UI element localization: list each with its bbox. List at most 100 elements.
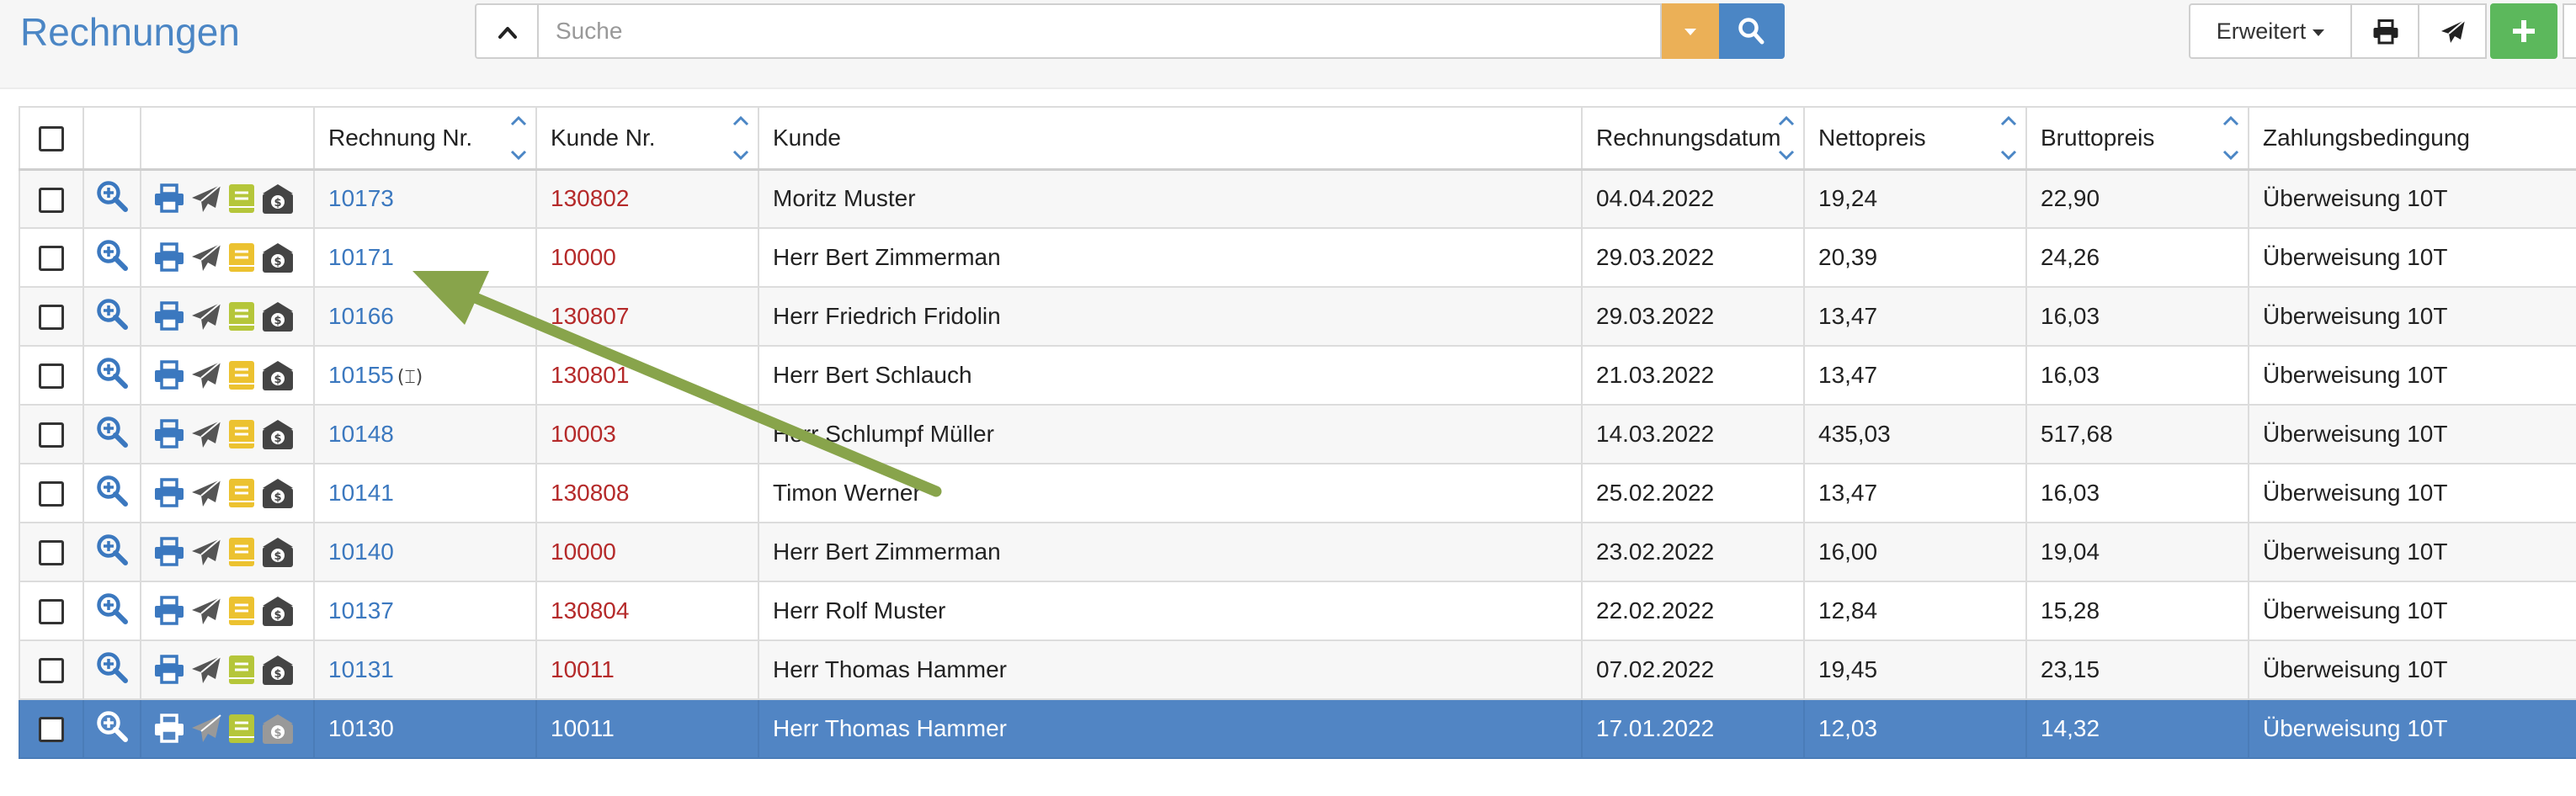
money-envelope-icon[interactable]: $	[261, 358, 295, 392]
table-row[interactable]: $ 10137 130804 Herr Rolf Muster 22.02.20…	[19, 581, 2576, 641]
zoom-in-icon[interactable]	[95, 650, 129, 684]
sort-icon[interactable]	[508, 111, 529, 165]
add-invoice-button[interactable]	[2490, 3, 2557, 59]
invoice-number-link[interactable]: 10130	[328, 715, 394, 741]
paper-plane-icon[interactable]	[190, 183, 222, 214]
more-button[interactable]	[2563, 3, 2576, 59]
search-options-dropdown[interactable]	[1662, 3, 1719, 59]
erweitert-dropdown-button[interactable]: Erweitert	[2189, 3, 2352, 59]
zoom-in-icon[interactable]	[95, 533, 129, 566]
book-icon[interactable]	[227, 300, 256, 332]
row-checkbox[interactable]	[39, 364, 64, 390]
table-row[interactable]: $ 10166 130807 Herr Friedrich Fridolin 2…	[19, 286, 2576, 347]
paper-plane-icon[interactable]	[190, 714, 222, 744]
money-envelope-icon[interactable]: $	[261, 241, 295, 274]
customer-number-link[interactable]: 10000	[551, 244, 616, 270]
row-checkbox[interactable]	[39, 187, 64, 213]
search-button[interactable]	[1719, 3, 1785, 59]
table-row[interactable]: $ 10148 10003 Herr Schlumpf Müller 14.03…	[19, 404, 2576, 464]
book-icon[interactable]	[227, 477, 256, 509]
zoom-in-icon[interactable]	[95, 709, 129, 743]
column-header-zahlungsbedingung[interactable]: Zahlungsbedingung	[2248, 106, 2576, 171]
send-button[interactable]	[2419, 3, 2487, 59]
paper-plane-icon[interactable]	[190, 537, 222, 567]
money-envelope-icon[interactable]: $	[261, 535, 295, 569]
money-envelope-icon[interactable]: $	[261, 653, 295, 687]
column-header-kunde[interactable]: Kunde	[758, 106, 1583, 171]
customer-number-link[interactable]: 10011	[551, 715, 615, 741]
invoice-number-link[interactable]: 10137	[328, 597, 394, 624]
sort-icon[interactable]	[731, 111, 751, 165]
select-all-checkbox[interactable]	[39, 126, 64, 152]
table-row[interactable]: $ 10171 10000 Herr Bert Zimmerman 29.03.…	[19, 227, 2576, 288]
paper-plane-icon[interactable]	[190, 242, 222, 273]
invoice-number-link[interactable]: 10141	[328, 480, 394, 506]
zoom-in-icon[interactable]	[95, 356, 129, 390]
invoice-number-link[interactable]: 10166	[328, 303, 394, 329]
paper-plane-icon[interactable]	[190, 419, 222, 449]
print-icon[interactable]	[153, 478, 185, 508]
zoom-in-icon[interactable]	[95, 238, 129, 272]
book-icon[interactable]	[227, 536, 256, 568]
column-header-nettopreis[interactable]: Nettopreis	[1803, 106, 2027, 171]
invoice-number-link[interactable]: 10171	[328, 244, 394, 270]
collapse-button[interactable]	[475, 3, 537, 59]
book-icon[interactable]	[227, 595, 256, 627]
row-checkbox[interactable]	[39, 717, 64, 743]
customer-number-link[interactable]: 130804	[551, 597, 629, 624]
table-row[interactable]: $ 10130 10011 Herr Thomas Hammer 17.01.2…	[19, 698, 2576, 759]
table-row[interactable]: $ 10140 10000 Herr Bert Zimmerman 23.02.…	[19, 522, 2576, 582]
print-icon[interactable]	[153, 301, 185, 332]
row-checkbox[interactable]	[39, 599, 64, 625]
search-input[interactable]	[537, 3, 1662, 59]
invoice-number-link[interactable]: 10131	[328, 656, 394, 682]
money-envelope-icon[interactable]: $	[261, 300, 295, 333]
book-icon[interactable]	[227, 654, 256, 686]
print-icon[interactable]	[153, 714, 185, 744]
book-icon[interactable]	[227, 183, 256, 215]
print-icon[interactable]	[153, 419, 185, 449]
book-icon[interactable]	[227, 241, 256, 273]
print-icon[interactable]	[153, 655, 185, 685]
row-checkbox[interactable]	[39, 305, 64, 331]
table-row[interactable]: $ 10173 130802 Moritz Muster 04.04.2022 …	[19, 168, 2576, 229]
customer-number-link[interactable]: 10011	[551, 656, 615, 682]
customer-number-link[interactable]: 130801	[551, 362, 629, 388]
book-icon[interactable]	[227, 713, 256, 745]
print-icon[interactable]	[153, 537, 185, 567]
zoom-in-icon[interactable]	[95, 474, 129, 507]
customer-number-link[interactable]: 10003	[551, 421, 616, 447]
log-marker[interactable]: (⌶)	[397, 367, 423, 388]
row-checkbox[interactable]	[39, 422, 64, 448]
print-icon[interactable]	[153, 242, 185, 273]
money-envelope-icon[interactable]: $	[261, 594, 295, 628]
zoom-in-icon[interactable]	[95, 179, 129, 213]
print-icon[interactable]	[153, 596, 185, 626]
paper-plane-icon[interactable]	[190, 596, 222, 626]
column-header-bruttopreis[interactable]: Bruttopreis	[2025, 106, 2249, 171]
customer-number-link[interactable]: 130808	[551, 480, 629, 506]
invoice-number-link[interactable]: 10140	[328, 539, 394, 565]
table-row[interactable]: $ 10131 10011 Herr Thomas Hammer 07.02.2…	[19, 639, 2576, 700]
invoice-number-link[interactable]: 10173	[328, 185, 394, 211]
paper-plane-icon[interactable]	[190, 478, 222, 508]
money-envelope-icon[interactable]: $	[261, 182, 295, 215]
column-header-kunde-nr[interactable]: Kunde Nr.	[535, 106, 759, 171]
money-envelope-icon[interactable]: $	[261, 476, 295, 510]
table-row[interactable]: $ 10155 (⌶) 130801 Herr Bert Schlauch 21.…	[19, 345, 2576, 406]
paper-plane-icon[interactable]	[190, 301, 222, 332]
invoice-number-link[interactable]: 10155	[328, 362, 394, 388]
invoice-number-link[interactable]: 10148	[328, 421, 394, 447]
zoom-in-icon[interactable]	[95, 297, 129, 331]
paper-plane-icon[interactable]	[190, 655, 222, 685]
customer-number-link[interactable]: 10000	[551, 539, 616, 565]
sort-icon[interactable]	[1776, 111, 1796, 165]
money-envelope-icon[interactable]: $	[261, 417, 295, 451]
sort-icon[interactable]	[1999, 111, 2019, 165]
zoom-in-icon[interactable]	[95, 592, 129, 625]
book-icon[interactable]	[227, 359, 256, 391]
print-icon[interactable]	[153, 360, 185, 390]
row-checkbox[interactable]	[39, 481, 64, 507]
zoom-in-icon[interactable]	[95, 415, 129, 448]
print-icon[interactable]	[153, 183, 185, 214]
